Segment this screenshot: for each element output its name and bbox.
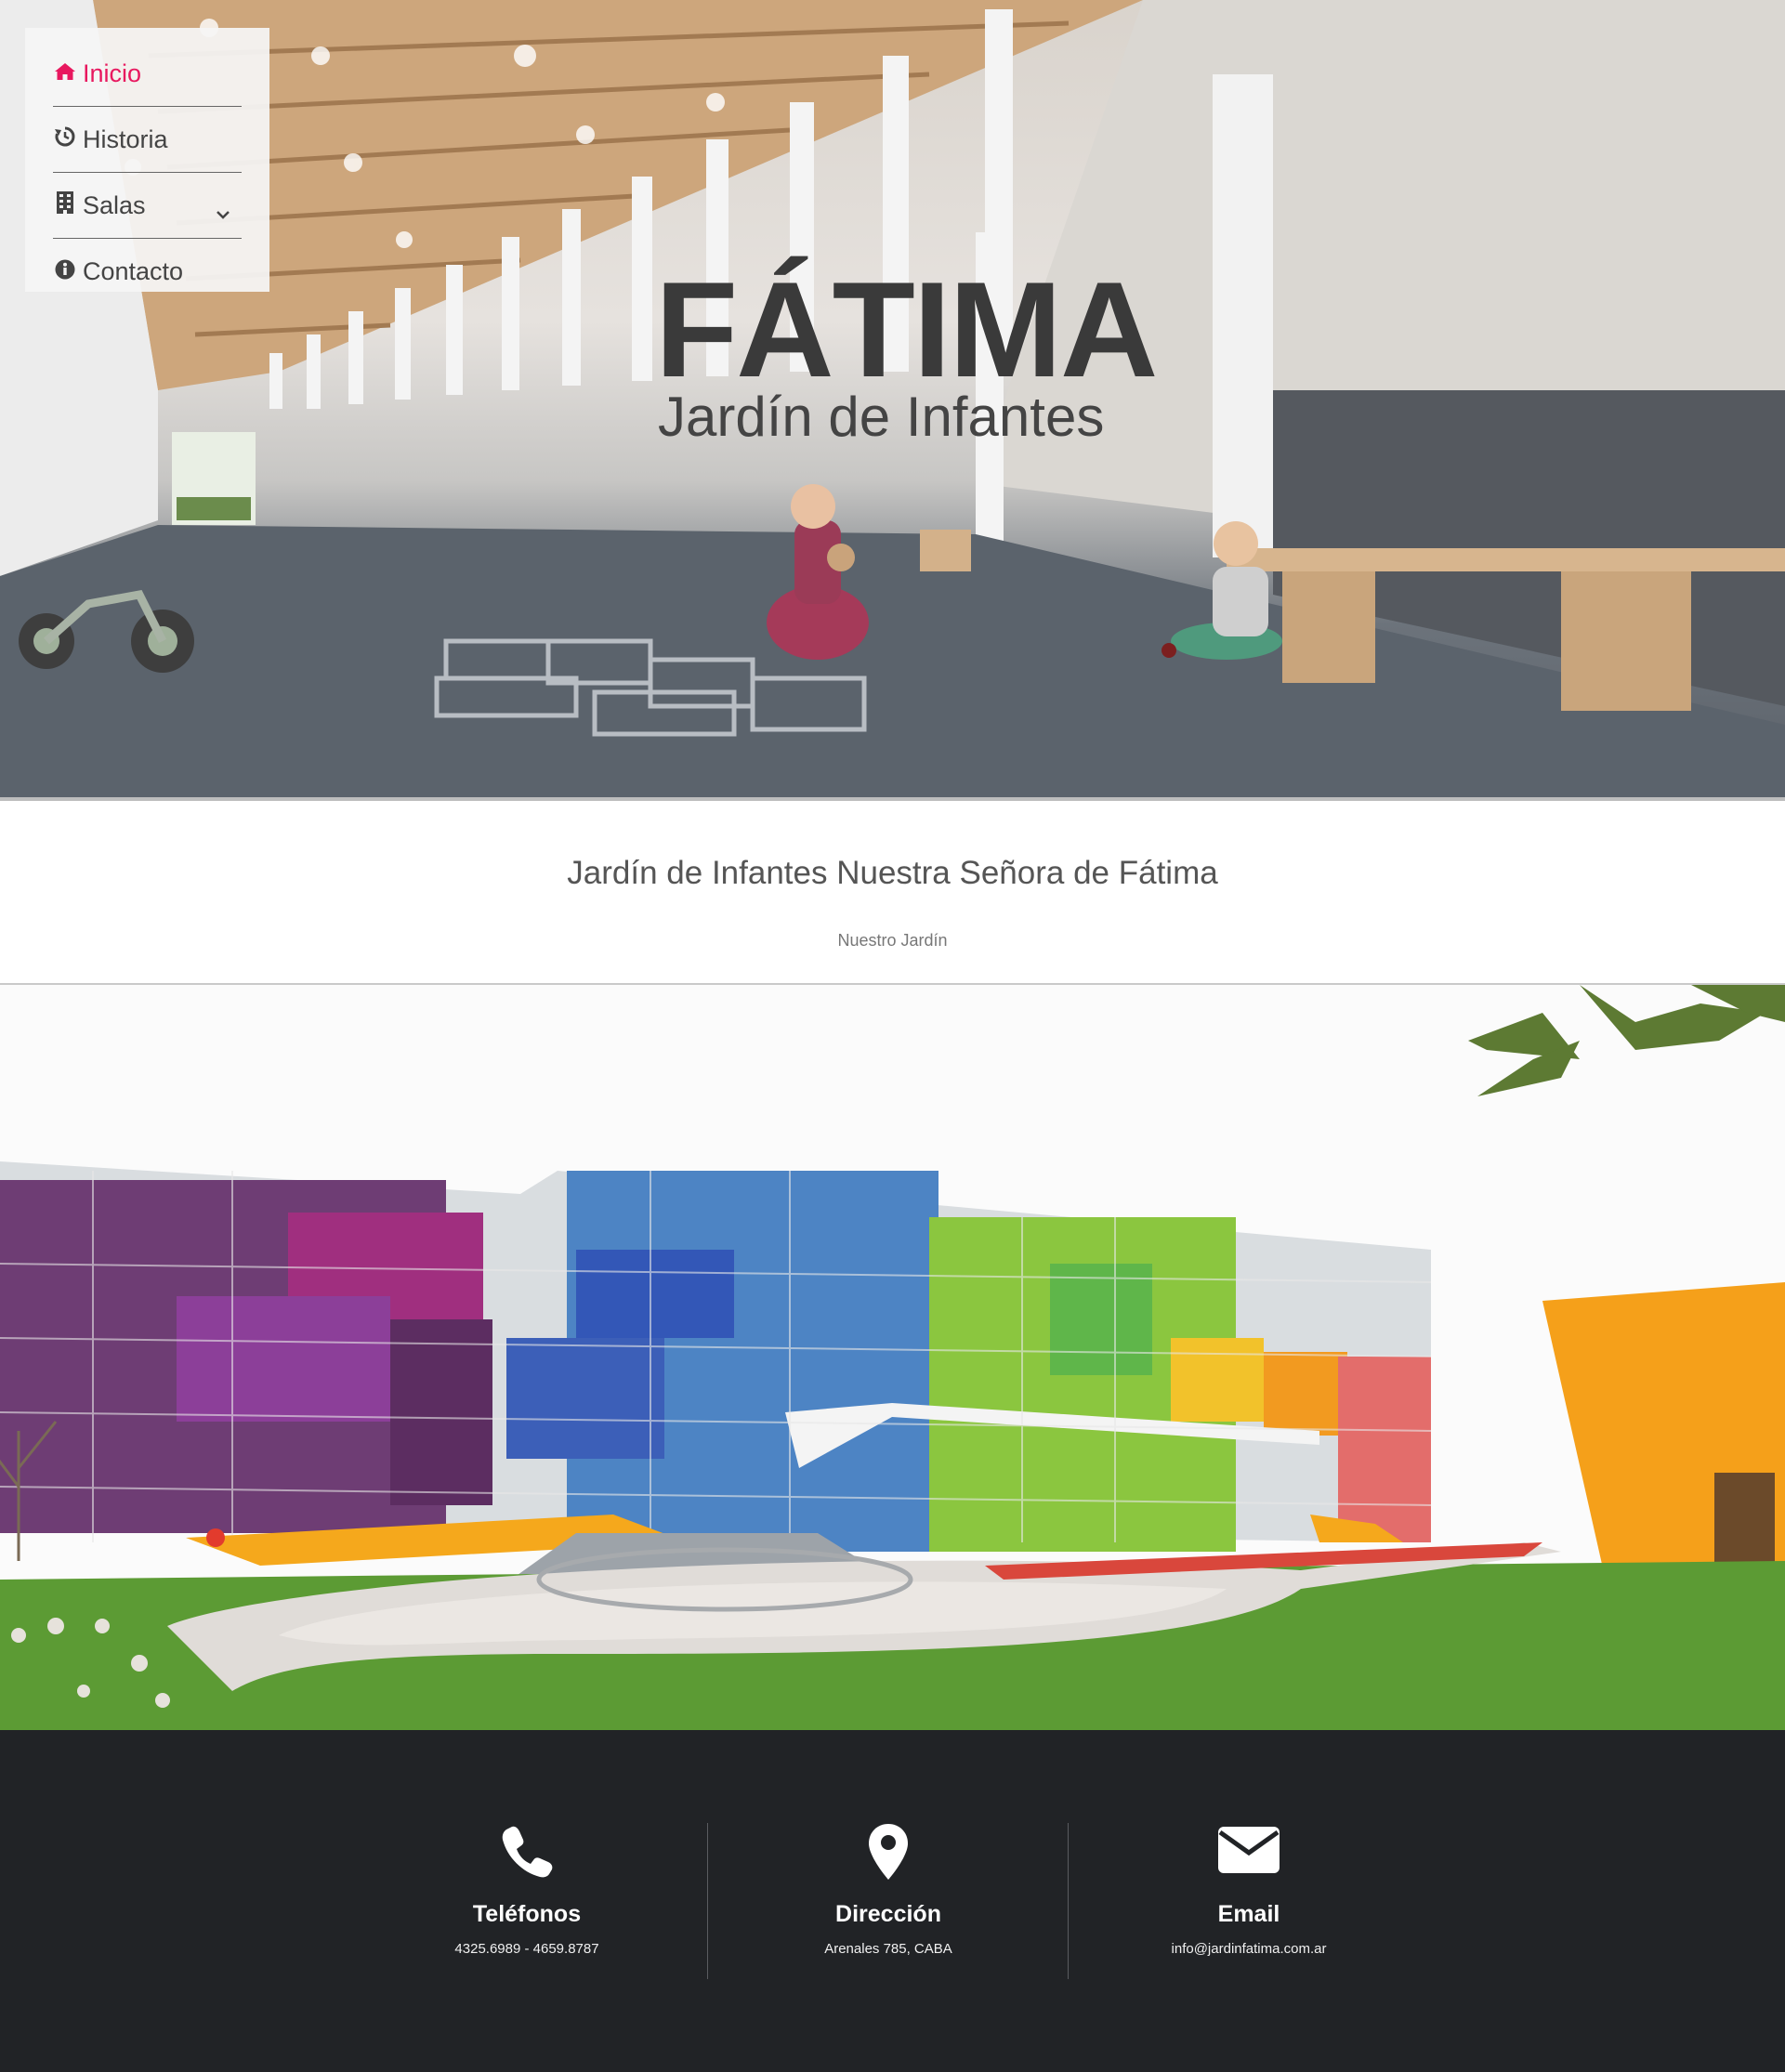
contact-footer: Teléfonos 4325.6989 - 4659.8787 Direcció… [0,1730,1785,2072]
school-building-image [0,985,1785,1730]
phone-column: Teléfonos 4325.6989 - 4659.8787 [347,1823,707,1979]
hero-banner: FÁTIMA Jardín de Infantes Inicio Histori… [0,0,1785,801]
school-building-photo [0,985,1785,1730]
menu-item-inicio[interactable]: Inicio [53,41,242,107]
address-label: Dirección [835,1901,941,1927]
menu-item-label: Salas [83,190,146,219]
address-value: Arenales 785, CABA [824,1941,952,1957]
menu-item-label: Contacto [83,257,184,285]
envelope-icon [1069,1823,1429,1888]
address-column: Dirección Arenales 785, CABA [708,1823,1069,1979]
chevron-down-icon[interactable] [216,197,230,226]
menu-item-label: Historia [83,125,168,153]
phone-value[interactable]: 4325.6989 - 4659.8787 [347,1941,707,1957]
side-menu: Inicio Historia Salas Contacto [25,28,269,292]
map-marker-icon [708,1823,1069,1888]
email-column: Email info@jardinfatima.com.ar [1069,1823,1429,1979]
menu-item-historia[interactable]: Historia [53,107,242,173]
intro-section: Jardín de Infantes Nuestra Señora de Fát… [0,801,1785,983]
menu-item-salas[interactable]: Salas [53,173,242,239]
intro-subtitle: Nuestro Jardín [837,931,948,950]
hero-title: FÁTIMA [655,254,1158,405]
menu-item-contacto[interactable]: Contacto [53,239,242,305]
email-label: Email [1217,1901,1280,1927]
hero-branding: FÁTIMA Jardín de Infantes [655,254,1158,448]
email-value[interactable]: info@jardinfatima.com.ar [1069,1941,1429,1957]
phone-label: Teléfonos [472,1901,582,1927]
home-icon [53,59,76,88]
building-icon [53,190,76,221]
phone-icon [347,1823,707,1888]
menu-item-label: Inicio [83,59,142,87]
info-icon [53,257,76,286]
hero-subtitle: Jardín de Infantes [658,386,1105,448]
intro-title: Jardín de Infantes Nuestra Señora de Fát… [567,855,1218,891]
history-icon [53,125,76,154]
